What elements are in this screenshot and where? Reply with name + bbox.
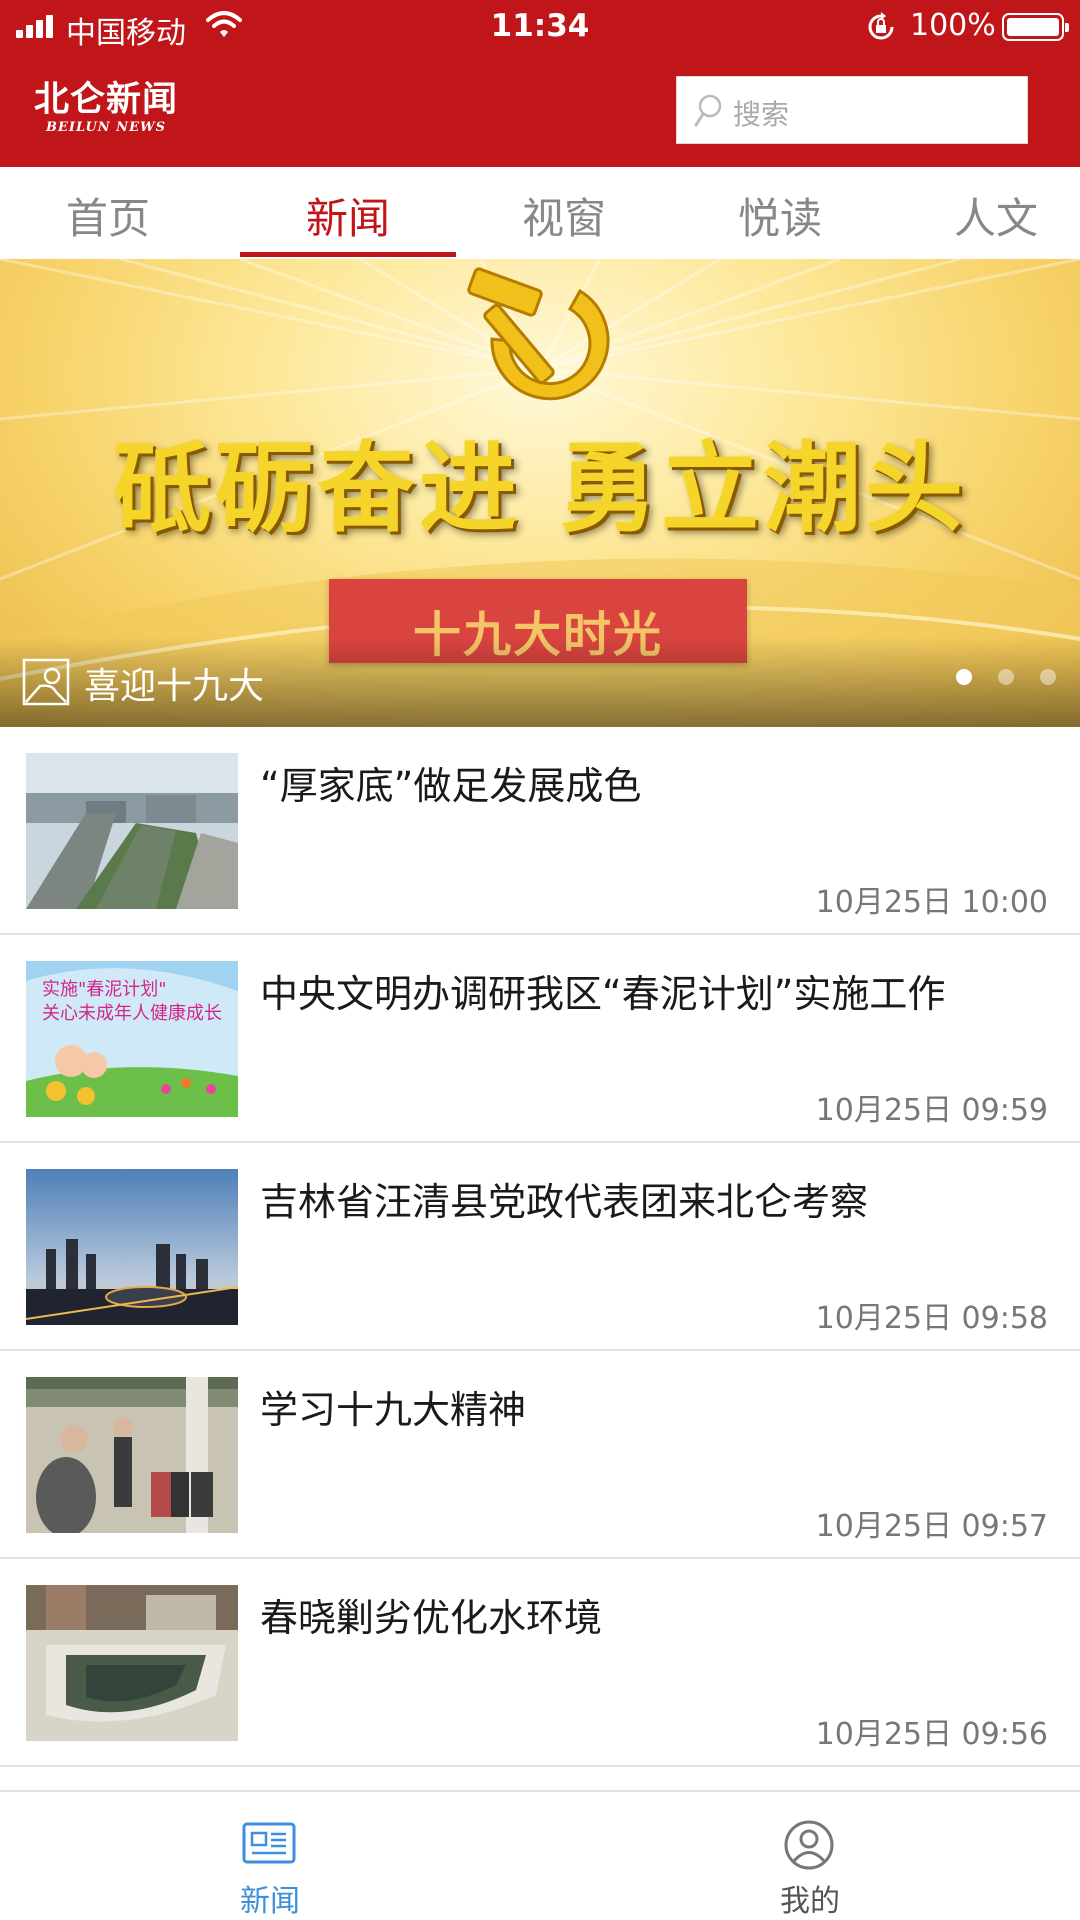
logo-text-cn: 北仑新闻 — [33, 80, 178, 120]
news-title: 吉林省汪清县党政代表团来北仑考察 — [260, 1180, 869, 1224]
news-item[interactable]: 春晓剿劣优化水环境 10月25日 09:56 — [0, 1559, 1080, 1767]
news-item[interactable]: 学习十九大精神 10月25日 09:57 — [0, 1351, 1080, 1559]
tab-reading[interactable]: 悦读 — [672, 185, 888, 246]
nav-profile[interactable]: 我的 — [540, 1792, 1080, 1920]
status-bar: 中国移动 11:34 100% — [0, 0, 1080, 54]
bottom-navigation: 新闻 我的 — [0, 1790, 1080, 1920]
svg-text:关心未成年人健康成长: 关心未成年人健康成长 — [42, 1003, 222, 1024]
news-title: 中央文明办调研我区“春泥计划”实施工作 — [260, 972, 946, 1016]
nav-news-label: 新闻 — [240, 1884, 300, 1919]
newspaper-icon — [242, 1820, 296, 1870]
nav-news[interactable]: 新闻 — [0, 1792, 540, 1920]
app-header: 中国移动 11:34 100% 北仑新闻 BEILUN NEWS 搜索 — [0, 0, 1080, 167]
carousel-dot[interactable] — [1040, 669, 1056, 685]
svg-text:实施"春泥计划": 实施"春泥计划" — [42, 979, 167, 1000]
news-thumbnail — [26, 753, 238, 909]
banner-caption: 喜迎十九大 — [84, 666, 265, 707]
news-time: 10月25日 09:58 — [815, 1301, 1048, 1336]
carousel-dot[interactable] — [956, 669, 972, 685]
banner-carousel[interactable]: 砥砺奋进 勇立潮头 十九大时光 喜迎十九大 — [0, 259, 1080, 727]
news-item[interactable]: 吉林省汪清县党政代表团来北仑考察 10月25日 09:58 — [0, 1143, 1080, 1351]
banner-slogan: 砥砺奋进 勇立潮头 — [112, 431, 968, 546]
news-title: 春晓剿劣优化水环境 — [260, 1596, 603, 1640]
tab-home[interactable]: 首页 — [0, 185, 216, 246]
search-input[interactable]: 搜索 — [676, 76, 1028, 144]
user-icon — [782, 1820, 836, 1874]
orientation-lock-icon — [866, 12, 896, 46]
image-icon — [22, 658, 70, 710]
category-tabs: 首页 新闻 视窗 悦读 人文 — [0, 167, 1080, 259]
battery-icon — [1002, 13, 1069, 41]
active-tab-indicator — [240, 252, 456, 257]
carousel-dot[interactable] — [998, 669, 1014, 685]
tab-culture[interactable]: 人文 — [888, 185, 1080, 246]
tab-window[interactable]: 视窗 — [456, 185, 672, 246]
nav-profile-label: 我的 — [780, 1884, 840, 1919]
search-placeholder: 搜索 — [733, 98, 790, 131]
news-item[interactable]: “厚家底”做足发展成色 10月25日 10:00 — [0, 727, 1080, 935]
app-logo[interactable]: 北仑新闻 BEILUN NEWS — [26, 80, 186, 136]
news-title: 学习十九大精神 — [260, 1388, 527, 1432]
news-thumbnail — [26, 1169, 238, 1325]
battery-percent: 100% — [910, 8, 996, 43]
news-time: 10月25日 09:57 — [815, 1509, 1048, 1544]
news-thumbnail — [26, 1377, 238, 1533]
news-time: 10月25日 09:56 — [815, 1717, 1048, 1752]
news-time: 10月25日 10:00 — [815, 885, 1048, 920]
news-thumbnail: 实施"春泥计划" 关心未成年人健康成长 — [26, 961, 238, 1117]
news-thumbnail — [26, 1585, 238, 1741]
news-item[interactable]: 实施"春泥计划" 关心未成年人健康成长 中央文明办调研我区“春泥计划”实施工作 … — [0, 935, 1080, 1143]
news-title: “厚家底”做足发展成色 — [260, 764, 642, 808]
news-time: 10月25日 09:59 — [815, 1093, 1048, 1128]
search-icon — [693, 93, 725, 133]
tab-news[interactable]: 新闻 — [240, 185, 456, 246]
party-emblem-icon — [467, 267, 610, 401]
logo-text-en: BEILUN NEWS — [46, 120, 166, 135]
